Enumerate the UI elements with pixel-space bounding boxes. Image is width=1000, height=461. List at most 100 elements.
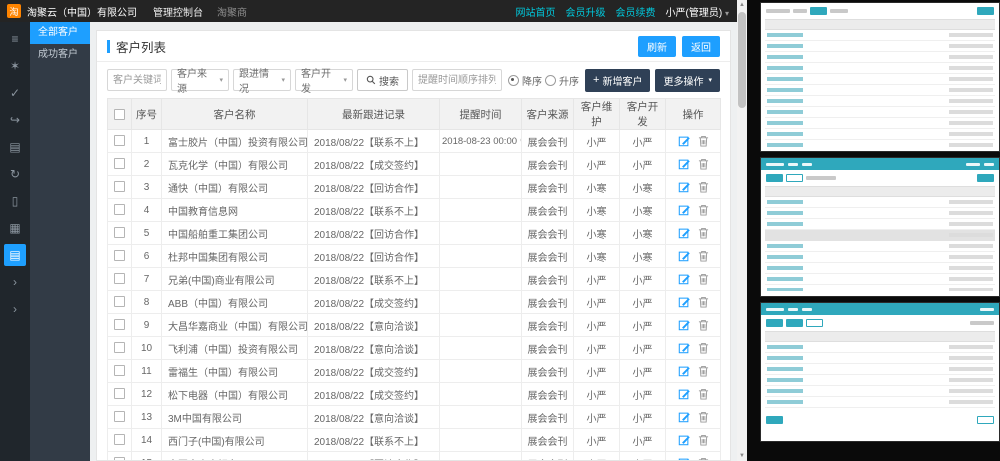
select-all-checkbox[interactable]: [114, 109, 125, 120]
delete-icon[interactable]: [698, 319, 709, 331]
customer-row: 6杜邦中国集团有限公司2018/08/22【回访合作】展会会刊小寒小寒: [108, 245, 721, 268]
follow-status-select[interactable]: 跟进情况 ▾: [233, 69, 291, 91]
delete-icon[interactable]: [698, 204, 709, 216]
customer-row: 14西门子(中国)有限公司2018/08/22【联系不上】展会会刊小严小严: [108, 429, 721, 452]
menu-icon[interactable]: ≡: [4, 28, 26, 50]
edit-icon[interactable]: [678, 319, 690, 331]
edit-icon[interactable]: [678, 181, 690, 193]
chevron-right-icon[interactable]: ›: [4, 298, 26, 320]
row-checkbox[interactable]: [114, 204, 125, 215]
customer-row: 5中国船舶重工集团公司2018/08/22【回访合作】展会会刊小寒小寒: [108, 222, 721, 245]
sidebar-item-all-customers[interactable]: 全部客户: [30, 22, 90, 44]
remind-order-input[interactable]: [412, 69, 502, 91]
delete-icon[interactable]: [698, 227, 709, 239]
app-logo[interactable]: 淘: [7, 4, 21, 18]
edit-icon[interactable]: [678, 411, 690, 423]
delete-icon[interactable]: [698, 250, 709, 262]
sidebar-item-success-customers[interactable]: 成功客户: [30, 44, 90, 66]
row-checkbox[interactable]: [114, 388, 125, 399]
row-checkbox[interactable]: [114, 411, 125, 422]
row-checkbox[interactable]: [114, 457, 125, 461]
row-checkbox[interactable]: [114, 273, 125, 284]
main-content: 客户列表 刷新 返回 客户来源 ▾ 跟进情况 ▾: [90, 22, 737, 461]
edit-icon[interactable]: [678, 227, 690, 239]
scroll-down-icon[interactable]: ▼: [737, 451, 747, 461]
edit-icon[interactable]: [678, 388, 690, 400]
search-button[interactable]: 搜索: [357, 69, 408, 91]
text-placeholder: [830, 9, 848, 13]
list-icon[interactable]: ▤: [4, 244, 26, 266]
edit-icon[interactable]: [678, 365, 690, 377]
link-member-renew[interactable]: 会员续费: [616, 4, 656, 19]
customer-name: 通快（中国）有限公司: [162, 176, 308, 199]
star-icon[interactable]: ✶: [4, 55, 26, 77]
edit-icon[interactable]: [678, 273, 690, 285]
text-placeholder: [966, 163, 980, 166]
refresh-icon[interactable]: ↻: [4, 163, 26, 185]
row-checkbox[interactable]: [114, 365, 125, 376]
add-customer-button[interactable]: + 新增客户: [585, 69, 650, 92]
sort-asc-radio[interactable]: [545, 75, 556, 86]
user-menu[interactable]: 小严(管理员) ▾: [666, 4, 729, 19]
edit-icon[interactable]: [678, 457, 690, 461]
text-placeholder: [793, 9, 807, 13]
row-checkbox[interactable]: [114, 319, 125, 330]
row-checkbox[interactable]: [114, 181, 125, 192]
form-icon[interactable]: ▤: [4, 136, 26, 158]
delete-icon[interactable]: [698, 158, 709, 170]
preview-thumbnail-1[interactable]: [761, 3, 999, 151]
delete-icon[interactable]: [698, 365, 709, 377]
sort-desc-radio[interactable]: [508, 75, 519, 86]
chart-icon[interactable]: ▦: [4, 217, 26, 239]
topnav-taojushang[interactable]: 淘聚商: [217, 4, 247, 19]
delete-icon[interactable]: [698, 457, 709, 461]
edit-icon[interactable]: [678, 434, 690, 446]
source-select[interactable]: 客户来源 ▾: [171, 69, 229, 91]
edit-icon[interactable]: [678, 296, 690, 308]
trash-can: [698, 296, 709, 308]
chevron-right-icon[interactable]: ›: [4, 271, 26, 293]
preview-thumbnail-2[interactable]: [761, 158, 999, 296]
link-site-home[interactable]: 网站首页: [516, 4, 556, 19]
delete-icon[interactable]: [698, 342, 709, 354]
add-customer-label: 新增客户: [602, 73, 642, 88]
delete-icon[interactable]: [698, 273, 709, 285]
chevron-down-icon: ▾: [219, 76, 223, 84]
vertical-scrollbar[interactable]: ▲ ▼: [737, 0, 747, 461]
topnav-admin-console[interactable]: 管理控制台: [153, 4, 203, 19]
refresh-button[interactable]: 刷新: [638, 36, 676, 57]
more-actions-button[interactable]: 更多操作 ▾: [655, 69, 720, 92]
scrollbar-thumb[interactable]: [738, 12, 746, 108]
developer-select[interactable]: 客户开发 ▾: [295, 69, 353, 91]
back-button[interactable]: 返回: [682, 36, 720, 57]
edit-pencil: [678, 319, 690, 331]
preview-thumbnail-3[interactable]: [761, 303, 999, 441]
row-checkbox[interactable]: [114, 135, 125, 146]
edit-icon[interactable]: [678, 342, 690, 354]
logout-icon[interactable]: ↪: [4, 109, 26, 131]
trash-icon[interactable]: ▯: [4, 190, 26, 212]
edit-icon[interactable]: [678, 158, 690, 170]
delete-icon[interactable]: [698, 135, 709, 147]
delete-icon[interactable]: [698, 388, 709, 400]
row-checkbox[interactable]: [114, 227, 125, 238]
row-checkbox[interactable]: [114, 296, 125, 307]
customer-developer: 小严: [620, 268, 666, 291]
edit-icon[interactable]: [678, 204, 690, 216]
remind-time: [440, 429, 522, 452]
row-checkbox[interactable]: [114, 158, 125, 169]
link-member-upgrade[interactable]: 会员升级: [566, 4, 606, 19]
edit-icon[interactable]: [678, 250, 690, 262]
row-checkbox[interactable]: [114, 342, 125, 353]
delete-icon[interactable]: [698, 296, 709, 308]
row-checkbox[interactable]: [114, 250, 125, 261]
keyword-input[interactable]: [107, 69, 167, 91]
delete-icon[interactable]: [698, 411, 709, 423]
row-index: 3: [132, 176, 162, 199]
scroll-up-icon[interactable]: ▲: [737, 0, 747, 10]
check-icon[interactable]: ✓: [4, 82, 26, 104]
delete-icon[interactable]: [698, 181, 709, 193]
delete-icon[interactable]: [698, 434, 709, 446]
edit-icon[interactable]: [678, 135, 690, 147]
row-checkbox[interactable]: [114, 434, 125, 445]
